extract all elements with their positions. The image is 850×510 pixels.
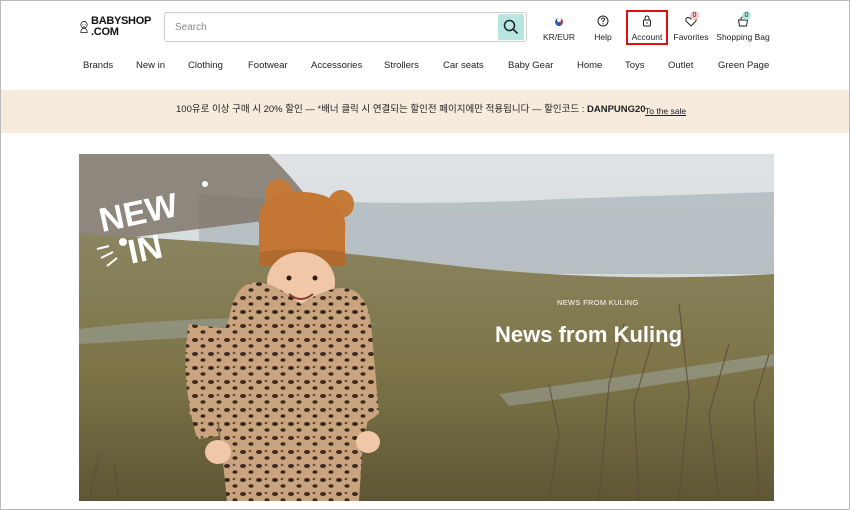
currency-selector[interactable]: KR/EUR: [543, 11, 575, 45]
currency-label: KR/EUR: [542, 32, 576, 42]
promo-text-line: 100유로 이상 구매 시 20% 할인 — *배너 클릭 시 연결되는 할인전…: [176, 101, 646, 115]
nav-footwear[interactable]: Footwear: [248, 60, 288, 71]
nav-new-in[interactable]: New in: [136, 60, 165, 71]
promo-code: DANPUNG20: [586, 104, 646, 115]
search-icon: [503, 19, 519, 35]
logo-line2: .COM: [91, 26, 119, 38]
site-header: BABYSHOP .COM KR/EUR: [1, 1, 849, 49]
nav-car-seats[interactable]: Car seats: [443, 60, 484, 71]
hero-headline[interactable]: News from Kuling: [495, 322, 682, 348]
main-nav: Brands New in Clothing Footwear Accessor…: [1, 57, 849, 77]
nav-green-page[interactable]: Green Page: [718, 60, 769, 71]
nav-toys[interactable]: Toys: [625, 60, 645, 71]
lock-icon: [643, 15, 651, 27]
promo-text: 100유로 이상 구매 시 20% 할인 — *배너 클릭 시 연결되는 할인전…: [176, 104, 587, 115]
bag-count-badge: 0: [742, 11, 751, 20]
shopping-bag-link[interactable]: 0 Shopping Bag: [715, 11, 771, 45]
nav-clothing[interactable]: Clothing: [188, 60, 223, 71]
hero-banner[interactable]: NEW IN NEWS FROM KULING News from Kuling: [79, 154, 774, 501]
korea-flag-icon: [555, 18, 563, 26]
account-link[interactable]: Account: [630, 11, 664, 45]
nav-brands[interactable]: Brands: [83, 60, 113, 71]
favorites-label: Favorites: [673, 32, 709, 42]
shopping-bag-label: Shopping Bag: [716, 32, 770, 42]
nav-strollers[interactable]: Strollers: [384, 60, 419, 71]
help-icon: [597, 15, 609, 27]
search-bar: [164, 12, 527, 42]
baby-logo-icon: [80, 20, 88, 33]
favorites-count-badge: 0: [690, 11, 699, 20]
nav-baby-gear[interactable]: Baby Gear: [508, 60, 553, 71]
account-label: Account: [631, 32, 663, 42]
nav-outlet[interactable]: Outlet: [668, 60, 693, 71]
favorites-link[interactable]: 0 Favorites: [673, 11, 709, 45]
nav-accessories[interactable]: Accessories: [311, 60, 362, 71]
to-the-sale-link[interactable]: To the sale: [645, 106, 686, 116]
nav-home[interactable]: Home: [577, 60, 602, 71]
babyshop-logo[interactable]: BABYSHOP .COM: [79, 11, 151, 43]
help-link[interactable]: Help: [592, 11, 614, 45]
search-input[interactable]: [165, 13, 485, 41]
help-label: Help: [594, 32, 612, 42]
hero-eyebrow: NEWS FROM KULING: [557, 298, 639, 307]
search-button[interactable]: [498, 14, 524, 40]
promo-banner[interactable]: 100유로 이상 구매 시 20% 할인 — *배너 클릭 시 연결되는 할인전…: [1, 90, 849, 133]
